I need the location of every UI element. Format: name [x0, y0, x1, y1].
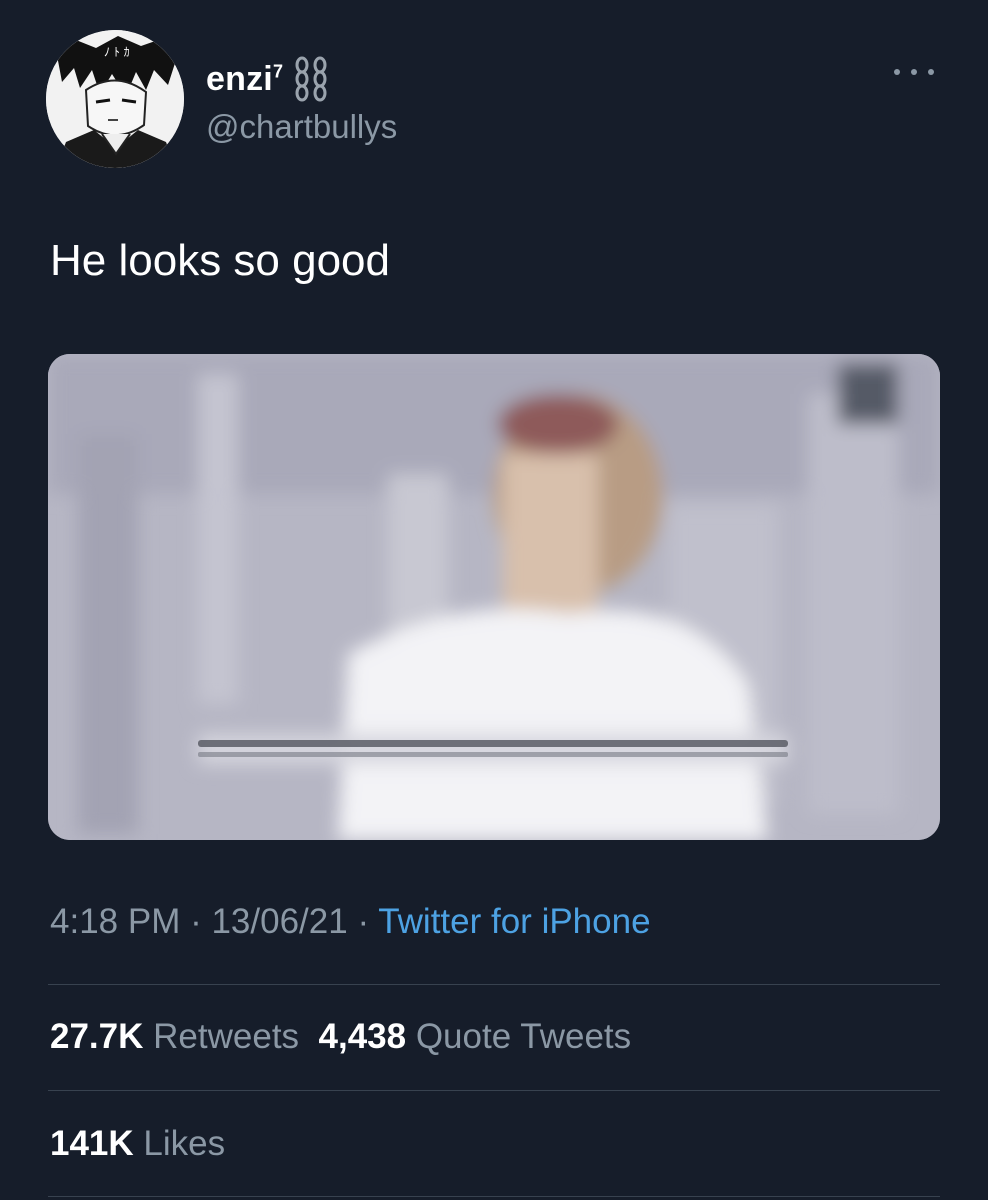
tweet-time: 4:18 PM — [50, 902, 181, 941]
anime-character-avatar-icon: ﾉ ﾄ ｶ — [46, 30, 184, 168]
retweets-label: Retweets — [153, 1017, 300, 1056]
likes-label: Likes — [143, 1124, 226, 1163]
tweet-stats: 27.7K Retweets 4,438 Quote Tweets — [50, 1017, 631, 1057]
divider — [48, 1196, 940, 1197]
display-name[interactable]: enzi7 — [206, 60, 283, 99]
video-thumbnail[interactable] — [48, 354, 940, 840]
quote-tweets-stat[interactable]: 4,438 Quote Tweets — [319, 1017, 632, 1056]
quote-tweets-count: 4,438 — [318, 1017, 407, 1056]
tweet-meta: 4:18 PM · 13/06/21 · Twitter for iPhone — [50, 902, 651, 942]
more-options-icon[interactable] — [894, 62, 934, 82]
chain-icon — [293, 56, 329, 102]
avatar[interactable]: ﾉ ﾄ ｶ — [46, 30, 184, 168]
divider — [48, 984, 940, 985]
retweets-stat[interactable]: 27.7K Retweets — [50, 1017, 299, 1056]
user-handle[interactable]: @chartbullys — [206, 108, 397, 146]
display-name-row: enzi7 — [206, 56, 329, 102]
divider — [48, 1090, 940, 1091]
quote-tweets-label: Quote Tweets — [415, 1017, 632, 1056]
svg-text:ﾉ ﾄ ｶ: ﾉ ﾄ ｶ — [104, 45, 130, 59]
likes-stat[interactable]: 141K Likes — [50, 1124, 225, 1164]
meta-separator: · — [180, 902, 212, 941]
meta-separator: · — [347, 902, 379, 941]
tweet-source-link[interactable]: Twitter for iPhone — [378, 902, 650, 941]
likes-count: 141K — [50, 1124, 134, 1163]
tweet-text: He looks so good — [50, 236, 390, 285]
video-thumbnail-image — [48, 354, 940, 840]
tweet-date: 13/06/21 — [211, 902, 348, 941]
retweets-count: 27.7K — [50, 1017, 144, 1056]
tweet-card: ﾉ ﾄ ｶ enzi7 @chartbullys He looks so goo… — [0, 0, 988, 1200]
